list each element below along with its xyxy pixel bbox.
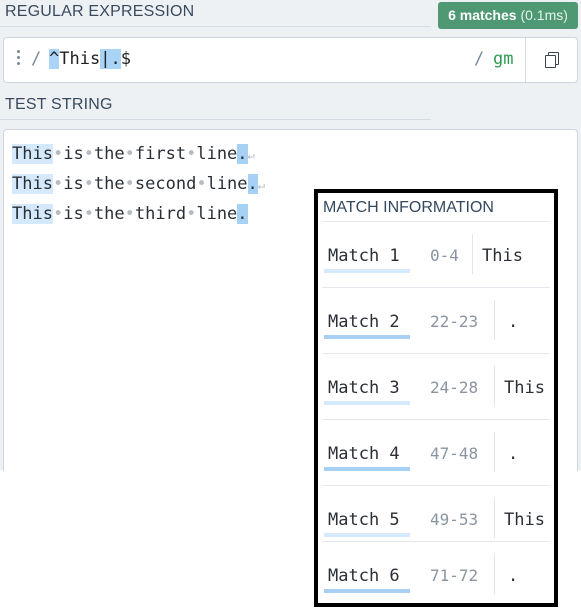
regex-divider bbox=[0, 26, 431, 27]
regex-section-label: REGULAR EXPRESSION bbox=[5, 3, 195, 20]
match-value: . bbox=[508, 444, 519, 464]
match-value: This bbox=[504, 378, 545, 398]
test-string-label: TEST STRING bbox=[5, 96, 113, 113]
regex-menu-icon[interactable] bbox=[16, 50, 22, 70]
match-label: Match 2 bbox=[328, 312, 400, 332]
match-count-badge: 6 matches (0.1ms) bbox=[438, 2, 578, 29]
regex-open-delimiter: / bbox=[31, 49, 42, 69]
test-line: This•is•the•second•line.↵ bbox=[12, 174, 266, 194]
regex-dot-token: . bbox=[110, 49, 121, 69]
match-range: 49-53 bbox=[430, 510, 479, 529]
match-row[interactable]: Match 2 22-23 . bbox=[322, 287, 550, 354]
match-label: Match 6 bbox=[328, 566, 400, 586]
test-line: This•is•the•third•line. bbox=[12, 204, 248, 224]
test-line: This•is•the•first•line.↵ bbox=[12, 144, 255, 164]
match-underline bbox=[324, 533, 410, 537]
match-label: Match 4 bbox=[328, 444, 400, 464]
match-range: 47-48 bbox=[430, 444, 479, 463]
match-range: 24-28 bbox=[430, 378, 479, 397]
match-row[interactable]: Match 1 0-4 This bbox=[322, 221, 550, 288]
match-value: This bbox=[482, 246, 523, 266]
match-label: Match 5 bbox=[328, 510, 400, 530]
regex-alternation: | bbox=[100, 49, 111, 69]
regex-anchor-end: $ bbox=[120, 49, 131, 69]
match-value: This bbox=[504, 510, 545, 530]
match-label: Match 1 bbox=[328, 246, 400, 266]
match-timing: (0.1ms) bbox=[520, 7, 568, 23]
match-underline bbox=[324, 401, 410, 405]
match-range: 71-72 bbox=[430, 566, 479, 585]
regex-anchor-start: ^ bbox=[49, 49, 60, 69]
match-value: . bbox=[508, 566, 519, 586]
match-row[interactable]: Match 4 47-48 . bbox=[322, 419, 550, 486]
match-row[interactable]: Match 3 24-28 This bbox=[322, 353, 550, 420]
match-underline bbox=[324, 467, 410, 471]
match-value: . bbox=[508, 312, 519, 332]
match-label: Match 3 bbox=[328, 378, 400, 398]
regex-close-delimiter: / bbox=[474, 49, 485, 69]
match-count: 6 matches bbox=[448, 7, 517, 23]
match-underline bbox=[324, 269, 410, 273]
regex-input-box[interactable]: / ^This|.$ / gm bbox=[3, 37, 578, 83]
regex-input[interactable]: ^This|.$ bbox=[49, 49, 131, 69]
match-information-panel: MATCH INFORMATION Match 1 0-4 This Match… bbox=[314, 189, 558, 607]
match-underline bbox=[324, 589, 410, 593]
regex-literal: This bbox=[59, 49, 101, 69]
match-range: 22-23 bbox=[430, 312, 479, 331]
match-row[interactable]: Match 6 71-72 . bbox=[322, 541, 550, 608]
match-range: 0-4 bbox=[430, 246, 459, 265]
copy-regex-button[interactable] bbox=[525, 38, 578, 82]
match-info-title: MATCH INFORMATION bbox=[323, 199, 494, 216]
match-underline bbox=[324, 335, 410, 339]
regex-flags[interactable]: gm bbox=[493, 49, 513, 69]
test-divider bbox=[0, 119, 431, 120]
